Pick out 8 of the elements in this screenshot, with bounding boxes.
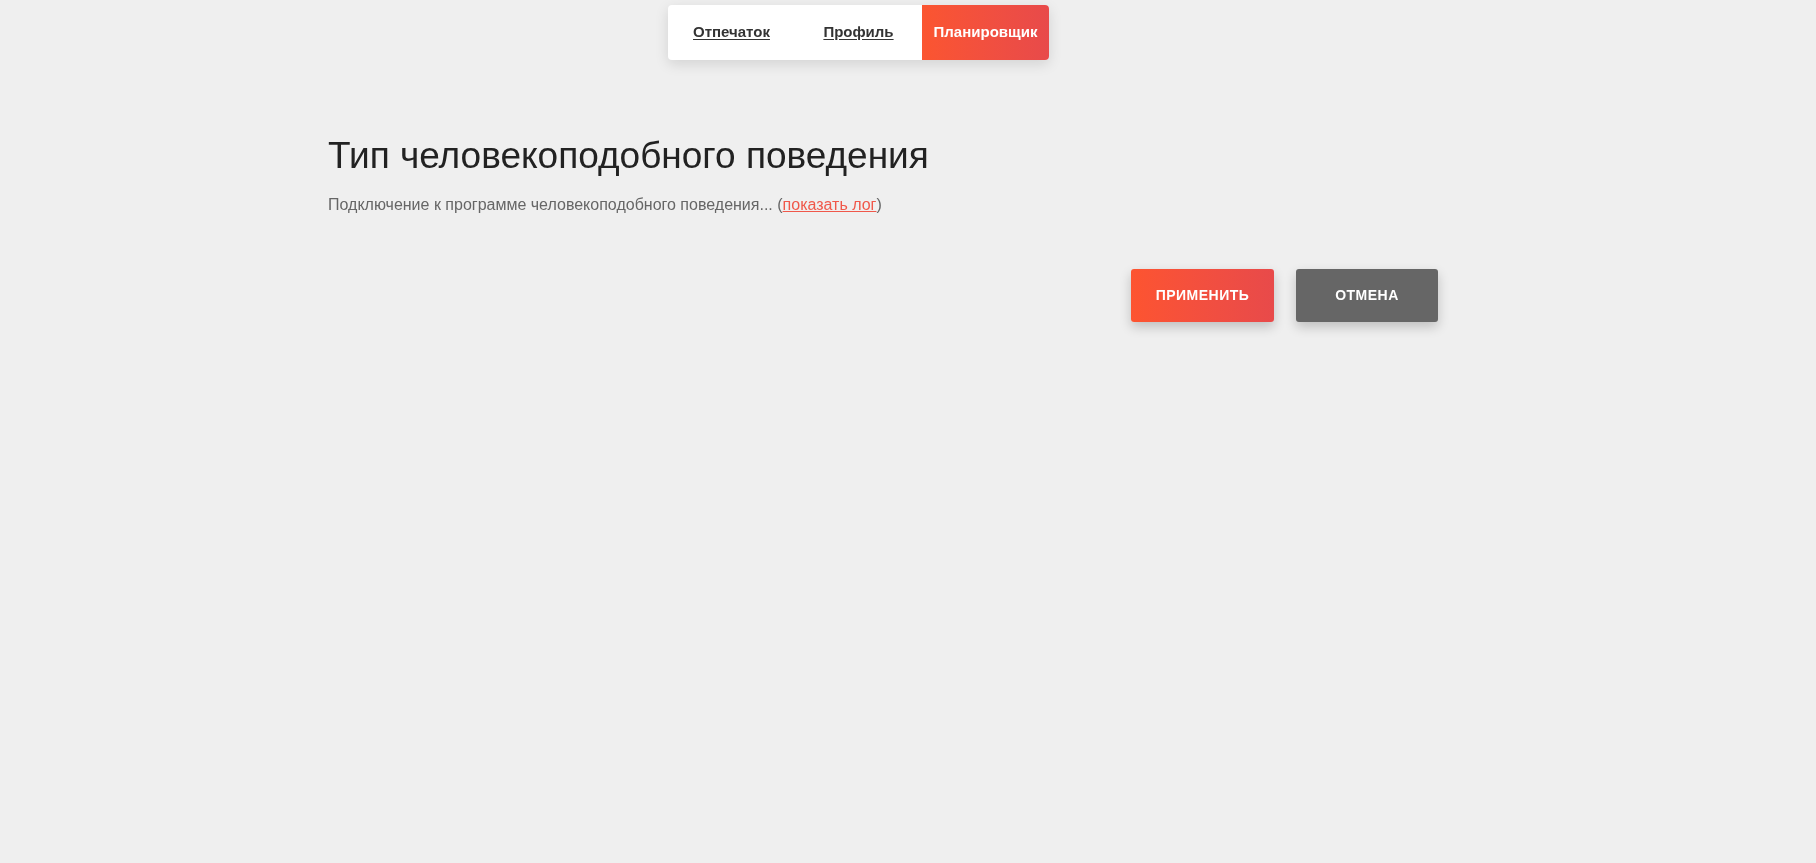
cancel-button[interactable]: ОТМЕНА bbox=[1296, 269, 1438, 322]
status-text: Подключение к программе человекоподобного поведения... (показать лог) bbox=[328, 195, 883, 215]
tab[interactable]: Профиль bbox=[795, 5, 922, 60]
apply-button[interactable]: ПРИМЕНИТЬ bbox=[1131, 269, 1274, 322]
section-title: Тип человекоподобного поведения bbox=[328, 134, 930, 178]
show-log-link[interactable]: показать лог bbox=[782, 196, 877, 213]
tab[interactable]: Отпечаток bbox=[668, 5, 795, 60]
tab[interactable]: Планировщик bbox=[922, 5, 1049, 60]
